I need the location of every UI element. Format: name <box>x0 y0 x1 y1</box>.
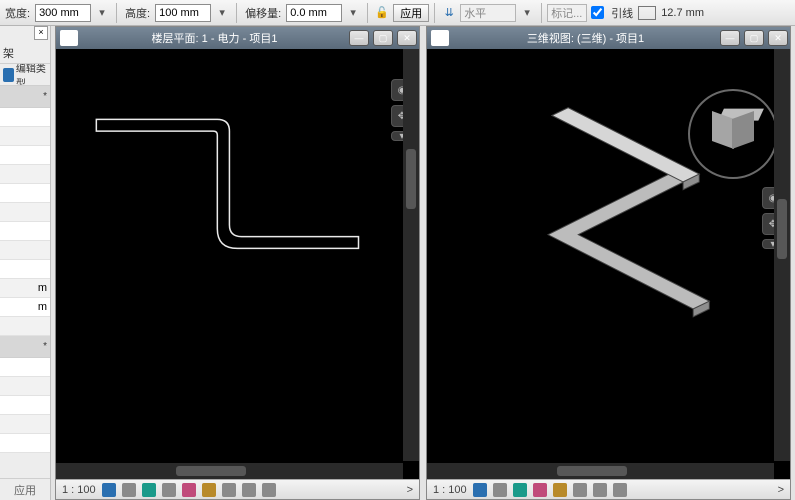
width-label: 宽度: <box>2 5 33 21</box>
plan-view-titlebar[interactable]: 楼层平面: 1 - 电力 - 项目1 — ▢ ✕ <box>56 27 419 49</box>
shadows-icon[interactable] <box>162 483 176 497</box>
status-chevron-icon[interactable]: > <box>407 484 413 496</box>
prop-row[interactable] <box>0 241 50 260</box>
offset-input[interactable] <box>286 4 342 22</box>
alignment-display: 水平 <box>460 4 516 22</box>
alignment-icon[interactable]: ⇊ <box>440 4 458 22</box>
plan-canvas[interactable]: ◉ ✥ ▾ <box>56 49 419 479</box>
section-header[interactable]: * <box>0 336 50 358</box>
prop-row[interactable] <box>0 108 50 127</box>
reveal-icon[interactable] <box>593 483 607 497</box>
prop-row[interactable] <box>0 377 50 396</box>
cable-tray-3d <box>548 108 709 317</box>
scale-display[interactable]: 1 : 100 <box>62 484 96 496</box>
close-view-button[interactable]: ✕ <box>768 30 788 46</box>
3d-view-titlebar[interactable]: 三维视图: (三维) - 项目1 — ▢ ✕ <box>427 27 790 49</box>
vertical-scrollbar[interactable] <box>774 49 790 461</box>
edit-type-row[interactable]: 编辑类型 <box>0 64 50 86</box>
reveal-icon[interactable] <box>242 483 256 497</box>
constraints-icon[interactable] <box>262 483 276 497</box>
apply-button[interactable]: 应用 <box>393 4 429 22</box>
leader-checkbox[interactable] <box>591 6 604 19</box>
crop-icon[interactable] <box>182 483 196 497</box>
3d-view-title: 三维视图: (三维) - 项目1 <box>453 30 718 46</box>
prop-row[interactable] <box>0 203 50 222</box>
close-view-button[interactable]: ✕ <box>397 30 417 46</box>
horizontal-scrollbar[interactable] <box>427 463 774 479</box>
section-header[interactable]: * <box>0 86 50 108</box>
prop-row[interactable] <box>0 317 50 336</box>
height-label: 高度: <box>122 5 153 21</box>
type-row: 架 <box>0 42 50 64</box>
prop-row[interactable] <box>0 222 50 241</box>
properties-panel: × 架 编辑类型 * m m * 应用 <box>0 26 51 500</box>
visual-style-icon[interactable] <box>493 483 507 497</box>
3d-canvas[interactable]: ◉ ✥ ▾ <box>427 49 790 479</box>
scale-display[interactable]: 1 : 100 <box>433 484 467 496</box>
panel-apply-button[interactable]: 应用 <box>0 478 50 500</box>
leader-label: 引线 <box>608 5 636 21</box>
status-chevron-icon[interactable]: > <box>778 484 784 496</box>
width-dropdown-icon[interactable]: ▾ <box>93 4 111 22</box>
plan-view-statusbar: 1 : 100 > <box>56 479 419 499</box>
prop-row[interactable] <box>0 127 50 146</box>
crop-icon[interactable] <box>533 483 547 497</box>
tag-display: 标记... <box>547 4 587 22</box>
offset-label: 偏移量: <box>242 5 284 21</box>
options-bar: 宽度: ▾ 高度: ▾ 偏移量: ▾ 🔓 应用 ⇊ 水平 ▾ 标记... 引线 … <box>0 0 795 26</box>
prop-row[interactable]: m <box>0 298 50 317</box>
edit-type-icon <box>3 68 14 82</box>
height-input[interactable] <box>155 4 211 22</box>
3d-view-statusbar: 1 : 100 > <box>427 479 790 499</box>
prop-row[interactable] <box>0 415 50 434</box>
3d-view: 三维视图: (三维) - 项目1 — ▢ ✕ ◉ ✥ ▾ <box>426 26 791 500</box>
sun-path-icon[interactable] <box>513 483 527 497</box>
temp-hide-icon[interactable] <box>222 483 236 497</box>
maximize-button[interactable]: ▢ <box>373 30 393 46</box>
show-hidden-icon[interactable] <box>553 483 567 497</box>
maximize-button[interactable]: ▢ <box>744 30 764 46</box>
prop-row[interactable] <box>0 184 50 203</box>
plan-view: 楼层平面: 1 - 电力 - 项目1 — ▢ ✕ ◉ ✥ ▾ 1 : 100 <box>55 26 420 500</box>
prop-row[interactable] <box>0 396 50 415</box>
constraints-icon[interactable] <box>613 483 627 497</box>
prop-row[interactable]: m <box>0 279 50 298</box>
height-dropdown-icon[interactable]: ▾ <box>213 4 231 22</box>
prop-row[interactable] <box>0 165 50 184</box>
alignment-dropdown-icon[interactable]: ▾ <box>518 4 536 22</box>
temp-hide-icon[interactable] <box>573 483 587 497</box>
prop-row[interactable] <box>0 358 50 377</box>
show-hidden-icon[interactable] <box>202 483 216 497</box>
prop-row[interactable] <box>0 260 50 279</box>
home-icon[interactable] <box>431 30 449 46</box>
plan-view-title: 楼层平面: 1 - 电力 - 项目1 <box>82 30 347 46</box>
offset-dropdown-icon[interactable]: ▾ <box>344 4 362 22</box>
horizontal-scrollbar[interactable] <box>56 463 403 479</box>
home-icon[interactable] <box>60 30 78 46</box>
visual-style-icon[interactable] <box>122 483 136 497</box>
type-label: 架 <box>3 45 14 61</box>
detail-level-icon[interactable] <box>473 483 487 497</box>
lock-icon[interactable]: 🔓 <box>373 4 391 22</box>
sun-path-icon[interactable] <box>142 483 156 497</box>
panel-close-button[interactable]: × <box>34 26 48 40</box>
detail-level-icon[interactable] <box>102 483 116 497</box>
prop-row[interactable] <box>0 434 50 453</box>
minimize-button[interactable]: — <box>349 30 369 46</box>
vertical-scrollbar[interactable] <box>403 49 419 461</box>
dimension-icon <box>638 6 656 20</box>
minimize-button[interactable]: — <box>720 30 740 46</box>
prop-row[interactable] <box>0 146 50 165</box>
leader-dim-value: 12.7 mm <box>658 7 707 19</box>
width-input[interactable] <box>35 4 91 22</box>
edit-type-label: 编辑类型 <box>16 64 47 86</box>
